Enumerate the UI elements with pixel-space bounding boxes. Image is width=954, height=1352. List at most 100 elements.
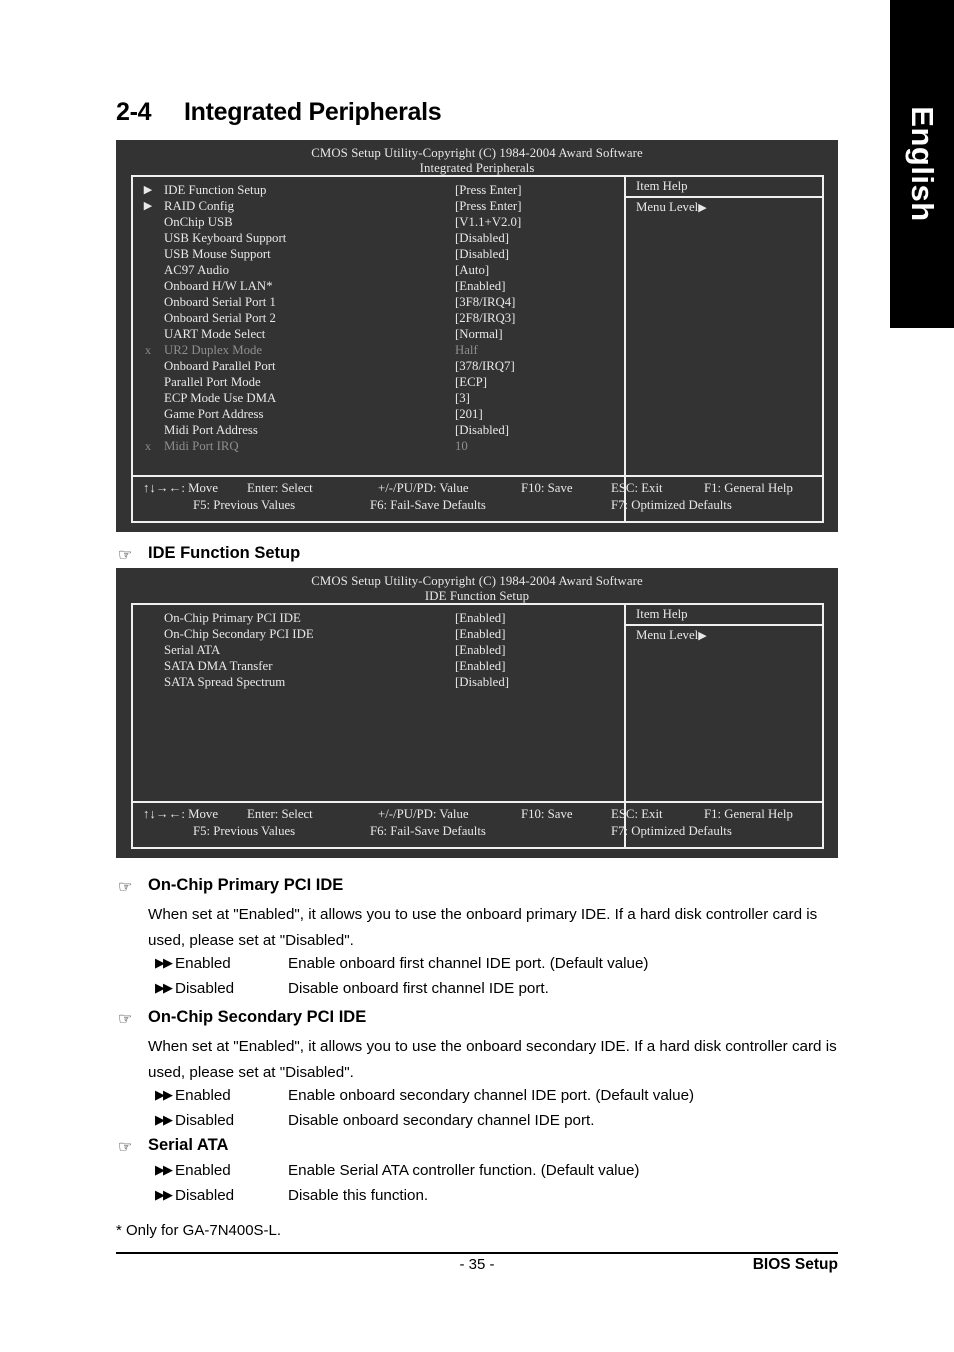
bios-option-row[interactable]: ▶ IDE Function Setup [Press Enter]	[133, 182, 624, 198]
bios-option-label: Onboard H/W LAN*	[164, 279, 273, 293]
bios-item-help-pane: Item Help Menu Level▶	[626, 177, 822, 521]
bios-option-label: Onboard Serial Port 2	[164, 311, 276, 325]
footnote: * Only for GA-7N400S-L.	[116, 1222, 282, 1239]
double-arrow-icon: ▶▶	[155, 1187, 173, 1202]
bios-title-line-1: CMOS Setup Utility-Copyright (C) 1984-20…	[311, 146, 643, 160]
bios-option-value: [Enabled]	[455, 611, 506, 625]
bios-option-row[interactable]: Serial ATA [Enabled]	[133, 642, 624, 658]
bios-option-row[interactable]: Onboard Serial Port 2 [2F8/IRQ3]	[133, 310, 624, 326]
bios-option-row[interactable]: SATA DMA Transfer [Enabled]	[133, 658, 624, 674]
bios-option-row[interactable]: On-Chip Primary PCI IDE [Enabled]	[133, 610, 624, 626]
bios-title-line-2: Integrated Peripherals	[419, 161, 535, 175]
bios-key-legend: ↑↓→←: Move Enter: Select +/-/PU/PD: Valu…	[133, 475, 822, 521]
bios-option-value: [Disabled]	[455, 247, 510, 261]
bios-option-row[interactable]: ECP Mode Use DMA [3]	[133, 390, 624, 406]
bios-option-label: Parallel Port Mode	[164, 375, 261, 389]
doc-option-name: Disabled	[175, 1187, 235, 1204]
bios-option-row[interactable]: SATA Spread Spectrum [Disabled]	[133, 674, 624, 690]
doc-heading: ☞ Serial ATA	[118, 1136, 228, 1156]
key-value: +/-/PU/PD: Value	[378, 481, 469, 495]
pointing-hand-icon: ☞	[118, 1139, 133, 1156]
bios-option-row[interactable]: Onboard H/W LAN* [Enabled]	[133, 278, 624, 294]
bios-screen-integrated-peripherals: CMOS Setup Utility-Copyright (C) 1984-20…	[116, 140, 838, 532]
doc-paragraph: When set at "Enabled", it allows you to …	[148, 1038, 837, 1081]
pointing-hand-icon: ☞	[118, 879, 133, 896]
key-failsafe-defaults: F6: Fail-Save Defaults	[370, 498, 486, 512]
section-title: Integrated Peripherals	[184, 98, 442, 126]
key-move: ↑↓→←: Move	[143, 481, 219, 495]
bios-option-label: SATA DMA Transfer	[164, 659, 273, 673]
menu-level-text-2: Menu Level	[636, 628, 699, 642]
submenu-arrow-icon: ▶	[143, 200, 153, 212]
menu-level-text: Menu Level	[636, 200, 699, 214]
bios-option-row[interactable]: On-Chip Secondary PCI IDE [Enabled]	[133, 626, 624, 642]
bios-option-label: SATA Spread Spectrum	[164, 675, 286, 689]
bios-option-row[interactable]: OnChip USB [V1.1+V2.0]	[133, 214, 624, 230]
bios-option-value: [V1.1+V2.0]	[455, 215, 522, 229]
bios-title-line-2: IDE Function Setup	[424, 589, 530, 603]
bios-option-value: [Press Enter]	[455, 199, 522, 213]
key-optimized-defaults-2: F7: Optimized Defaults	[611, 824, 732, 838]
disabled-marker-icon: x	[145, 439, 151, 453]
bios-option-value: [ECP]	[455, 375, 487, 389]
bios-option-value: [Press Enter]	[455, 183, 522, 197]
bios-title-line-1: CMOS Setup Utility-Copyright (C) 1984-20…	[311, 574, 643, 588]
bios-option-row[interactable]: UART Mode Select [Normal]	[133, 326, 624, 342]
bios-option-value: [Enabled]	[455, 659, 506, 673]
disabled-marker-icon: x	[145, 343, 151, 357]
bios-option-label: Midi Port Address	[164, 423, 258, 437]
double-arrow-icon: ▶▶	[155, 980, 173, 995]
key-previous-values: F5: Previous Values	[193, 498, 296, 512]
bios-option-row[interactable]: Game Port Address [201]	[133, 406, 624, 422]
key-exit-2: ESC: Exit	[611, 807, 663, 821]
pointing-hand-icon: ☞	[118, 547, 133, 564]
item-help-title: Item Help	[626, 177, 822, 198]
heading-ide-function-setup: ☞ IDE Function Setup	[118, 544, 300, 564]
bios-option-value: [201]	[455, 407, 483, 421]
bios-option-value: Half	[455, 343, 478, 357]
pointing-hand-icon: ☞	[118, 1011, 133, 1028]
bios-option-label: Midi Port IRQ	[164, 439, 239, 453]
language-tab: English	[890, 0, 954, 328]
bios-option-row[interactable]: Midi Port Address [Disabled]	[133, 422, 624, 438]
bios-option-row[interactable]: x Midi Port IRQ 10	[133, 438, 624, 454]
bios-option-value: [Disabled]	[455, 231, 510, 245]
bios-option-row[interactable]: USB Keyboard Support [Disabled]	[133, 230, 624, 246]
bios-main-area-2: On-Chip Primary PCI IDE [Enabled] On-Chip …	[133, 605, 822, 847]
doc-option-description: Enable onboard first channel IDE port. (…	[288, 955, 649, 972]
bios-main-area: ▶ IDE Function Setup [Press Enter] ▶ RAID Co…	[133, 177, 822, 521]
bios-option-row[interactable]: AC97 Audio [Auto]	[133, 262, 624, 278]
doc-option-name: Enabled	[175, 955, 231, 972]
bios-option-label: Serial ATA	[164, 643, 221, 657]
bios-option-label: USB Mouse Support	[164, 247, 271, 261]
double-arrow-icon: ▶▶	[155, 1162, 173, 1177]
bios-option-rows-2: On-Chip Primary PCI IDE [Enabled] On-Chip …	[133, 605, 624, 690]
bios-option-row[interactable]: Onboard Parallel Port [378/IRQ7]	[133, 358, 624, 374]
bios-option-value: [3F8/IRQ4]	[455, 295, 516, 309]
bios-option-label: ECP Mode Use DMA	[164, 391, 277, 405]
doc-option-name: Disabled	[175, 980, 235, 997]
key-enter: Enter: Select	[247, 481, 313, 495]
bios-option-row[interactable]: x UR2 Duplex Mode Half	[133, 342, 624, 358]
key-general-help-2: F1: General Help	[704, 807, 793, 821]
doc-heading: ☞ On-Chip Secondary PCI IDE	[118, 1008, 367, 1028]
submenu-arrow-icon: ▶	[143, 184, 153, 196]
doc-option-name: Enabled	[175, 1087, 231, 1104]
bios-option-row[interactable]: USB Mouse Support [Disabled]	[133, 246, 624, 262]
bios-option-value: [Disabled]	[455, 423, 510, 437]
doc-option-description: Disable this function.	[288, 1187, 429, 1204]
bios-option-label: Onboard Serial Port 1	[164, 295, 276, 309]
bios-body-2: On-Chip Primary PCI IDE [Enabled] On-Chip …	[131, 603, 824, 849]
bios-option-value: [Auto]	[455, 263, 490, 277]
bios-option-label: IDE Function Setup	[164, 183, 267, 197]
bios-option-label: USB Keyboard Support	[164, 231, 287, 245]
bios-option-label: UR2 Duplex Mode	[164, 343, 263, 357]
chevron-right-icon-2: ▶	[698, 630, 707, 642]
bios-option-row[interactable]: ▶ RAID Config [Press Enter]	[133, 198, 624, 214]
bios-option-row[interactable]: Onboard Serial Port 1 [3F8/IRQ4]	[133, 294, 624, 310]
bios-option-row[interactable]: Parallel Port Mode [ECP]	[133, 374, 624, 390]
item-help-title-2: Item Help	[626, 605, 822, 626]
doc-option-description: Enable onboard secondary channel IDE por…	[288, 1087, 695, 1104]
key-failsafe-defaults-2: F6: Fail-Save Defaults	[370, 824, 486, 838]
doc-heading-label: On-Chip Secondary PCI IDE	[148, 1008, 367, 1026]
